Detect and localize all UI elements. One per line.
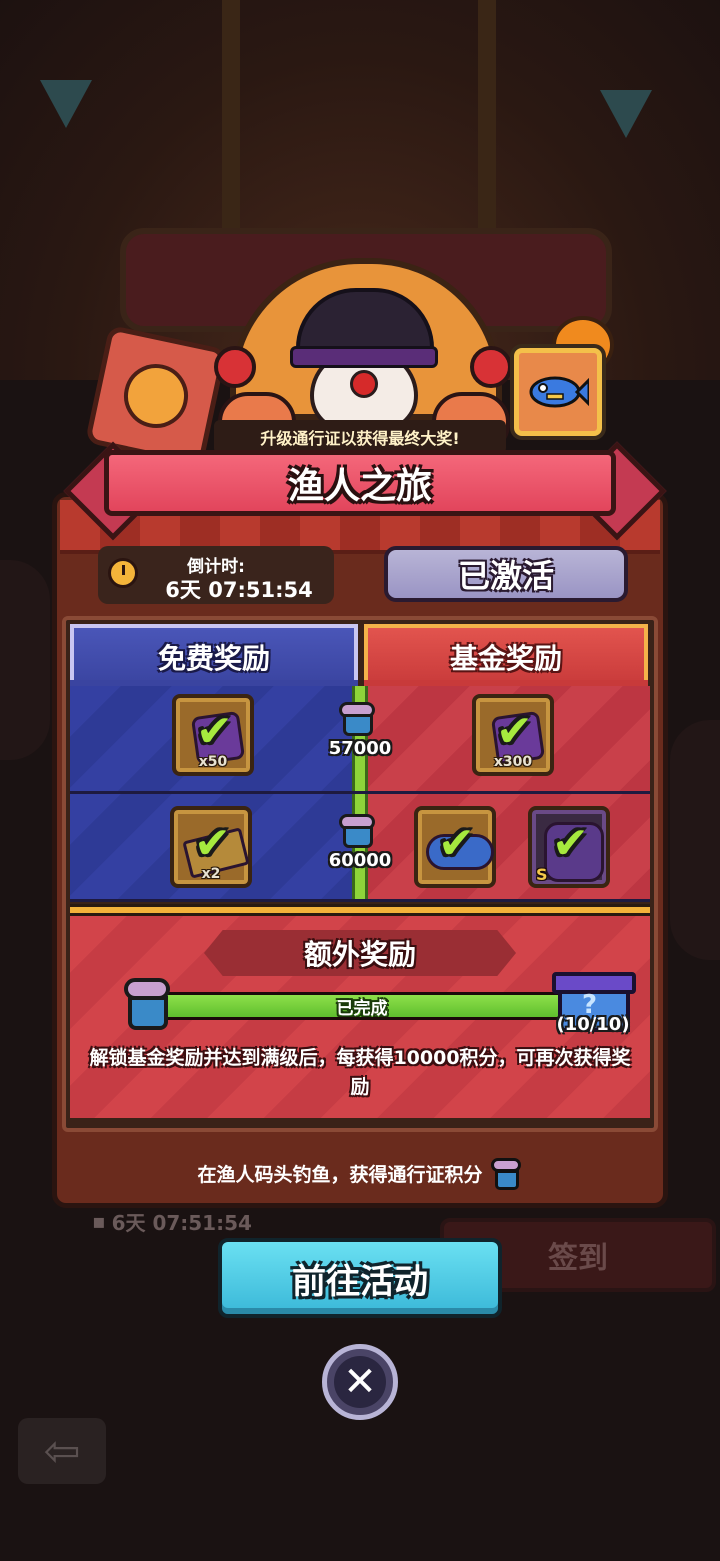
- extra-rewards-title: 额外奖励: [204, 930, 516, 976]
- bunting-flag: [40, 80, 92, 128]
- tier-milestone: 57000: [325, 702, 395, 772]
- clown-nose: [350, 370, 378, 398]
- blue-fish-icon: [514, 348, 602, 436]
- reward-qty: x50: [198, 754, 228, 770]
- points-bucket-icon: [339, 702, 379, 736]
- points-bucket-icon: [490, 1156, 523, 1190]
- tier-points: 57000: [328, 738, 392, 759]
- countdown-value: 6天 07:51:54: [165, 578, 313, 602]
- fund-reward-slot[interactable]: ✔: [414, 806, 496, 888]
- free-reward-slot[interactable]: ✔ x50: [172, 694, 254, 776]
- gift-icon: ▪: [92, 1209, 106, 1233]
- pass-title-banner: 渔人之旅: [104, 450, 616, 516]
- tab-free-rewards: 免费奖励: [70, 624, 358, 686]
- background-side-deco: [670, 720, 720, 960]
- back-arrow-icon: ⇦: [18, 1418, 106, 1484]
- claimed-check-icon: ✔: [196, 706, 233, 757]
- close-icon: ✕: [334, 1356, 386, 1408]
- points-hint-text: 在渔人码头钓鱼，获得通行证积分: [197, 1163, 483, 1186]
- bunting-flag: [600, 90, 652, 138]
- background-side-deco: [0, 560, 50, 760]
- fund-reward-slot[interactable]: ✔ S: [528, 806, 610, 888]
- tier-milestone: 60000: [325, 814, 395, 884]
- fund-reward-slot[interactable]: ✔ x300: [472, 694, 554, 776]
- extra-rewards-description: 解锁基金奖励并达到满级后，每获得10000积分，可再次获得奖励: [89, 1047, 631, 1098]
- clown-hat-band: [290, 346, 438, 368]
- rarity-grade: S: [536, 865, 548, 884]
- free-reward-slot[interactable]: ✔ x2: [170, 806, 252, 888]
- claimed-check-icon: ✔: [438, 818, 475, 869]
- juggling-ball-icon: [214, 346, 256, 388]
- extra-progress-label: 已完成: [336, 998, 388, 1019]
- points-bucket-icon: [122, 974, 178, 1034]
- section-divider: [70, 904, 650, 916]
- tab-fund-rewards: 基金奖励: [364, 624, 648, 686]
- reward-qty: x300: [493, 754, 533, 770]
- background-timer: ▪ 6天 07:51:54: [92, 1209, 252, 1235]
- tier-points: 60000: [328, 850, 392, 871]
- pass-subtitle: 升级通行证以获得最终大奖!: [214, 420, 506, 454]
- claimed-check-icon: ✔: [552, 818, 589, 869]
- points-hint: 在渔人码头钓鱼，获得通行证积分: [60, 1150, 660, 1196]
- countdown-box: 倒计时: 6天 07:51:54: [98, 546, 334, 604]
- grand-prize-slot[interactable]: [510, 344, 606, 440]
- close-button[interactable]: ✕: [322, 1344, 398, 1420]
- juggling-ball-icon: [470, 346, 512, 388]
- pass-title: 渔人之旅: [287, 466, 432, 507]
- points-bucket-icon: [339, 814, 379, 848]
- claimed-check-icon: ✔: [496, 706, 533, 757]
- reward-qty: x2: [201, 866, 221, 882]
- extra-reward-count: (10/10): [556, 1014, 630, 1035]
- claimed-check-icon: ✔: [194, 818, 231, 869]
- goto-event-button[interactable]: 前往活动: [218, 1238, 502, 1318]
- extra-progress-bar: 已完成: [156, 992, 568, 1020]
- sun-badge-icon: [84, 324, 228, 468]
- activated-status-button[interactable]: 已激活: [384, 546, 628, 602]
